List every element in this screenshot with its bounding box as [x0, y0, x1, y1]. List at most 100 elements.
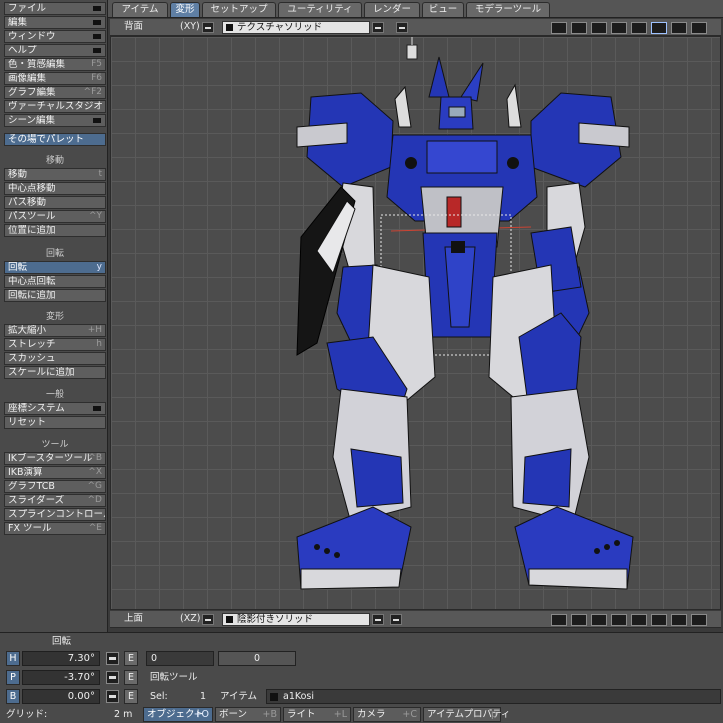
current-item-select[interactable]: a1Kosi [266, 689, 721, 704]
viewport-3d[interactable] [110, 36, 721, 610]
pitch-envelope-icon[interactable] [106, 671, 119, 684]
menu-surface-editor[interactable]: 色・質感編集 F5 [4, 58, 106, 71]
view-axes-label: (XY) [180, 21, 200, 32]
pitch-axis-label: P [6, 670, 20, 685]
grid-value: 2 m [114, 709, 133, 720]
mode-bones[interactable]: ボーン +B [215, 707, 281, 722]
tool-rotate-pivot[interactable]: 中心点回転 [4, 275, 106, 288]
tool-add-to-scale[interactable]: スケールに追加 [4, 366, 106, 379]
menu-file[interactable]: ファイル [4, 2, 106, 15]
light-icon [406, 37, 418, 60]
bank-e-button[interactable]: E [124, 689, 138, 704]
section-title-general: 一般 [45, 390, 64, 400]
viewport-bottom-bar: 上面 (XZ) 陰影付きソリッド [110, 611, 721, 628]
bank-value-field[interactable]: 0.00° [22, 689, 100, 704]
tool-path-move[interactable]: パス移動 [4, 196, 106, 209]
section-title-move: 移動 [45, 156, 64, 166]
shading-dropdown[interactable] [372, 22, 384, 33]
shading-mode-select[interactable]: 陰影付きソリッド [222, 613, 370, 626]
mode-objects[interactable]: オブジェクト +O [143, 707, 213, 722]
selection-count: 1 [200, 691, 207, 702]
tool-move-pivot[interactable]: 中心点移動 [4, 182, 106, 195]
menu-edit[interactable]: 編集 [4, 16, 106, 29]
tool-fx[interactable]: FX ツール ^E [4, 522, 106, 535]
view-type-dropdown[interactable] [202, 22, 214, 33]
tool-spline-control[interactable]: スプラインコントロール [4, 508, 106, 521]
viewport-layout-icon[interactable] [611, 614, 627, 626]
viewport-layout-icon[interactable] [611, 22, 627, 34]
viewport-layout-icon[interactable] [551, 22, 567, 34]
tool-rotate[interactable]: 回転 y [4, 261, 106, 274]
shading-mode-select[interactable]: テクスチャソリッド [222, 21, 370, 34]
viewport-options-dropdown[interactable] [390, 614, 402, 625]
dropdown-icon [93, 34, 101, 39]
bank-axis-label: B [6, 689, 20, 704]
viewport-layout-icon[interactable] [691, 22, 707, 34]
menu-help[interactable]: ヘルプ [4, 44, 106, 57]
menu-graph-editor[interactable]: グラフ編集 ^F2 [4, 86, 106, 99]
tool-sliders[interactable]: スライダーズ ^D [4, 494, 106, 507]
heading-e-button[interactable]: E [124, 651, 138, 666]
dropdown-icon [93, 20, 101, 25]
tool-stretch[interactable]: ストレッチ h [4, 338, 106, 351]
tool-panel: ファイル 編集 ウィンドウ ヘルプ 色・質感編集 F5 画像編集 F6 グラフ編集 ^… [0, 0, 108, 632]
menu-image-editor[interactable]: 画像編集 F6 [4, 72, 106, 85]
tab-view[interactable]: ビュー [422, 2, 464, 17]
viewport-layout-icon[interactable] [591, 22, 607, 34]
tool-ik-booster[interactable]: IKブースターツール ^B [4, 452, 106, 465]
tab-modify[interactable]: 変形 [170, 2, 200, 17]
viewport-layout-icon[interactable] [571, 614, 587, 626]
palette-button[interactable]: その場でパレット [4, 133, 106, 146]
tool-add-to-rotation[interactable]: 回転に追加 [4, 289, 106, 302]
tool-scale[interactable]: 拡大縮小 +H [4, 324, 106, 337]
viewport-top-bar: 背面 (XY) テクスチャソリッド [110, 19, 721, 36]
view-axes-label: (XZ) [180, 613, 201, 624]
tab-setup[interactable]: セットアップ [202, 2, 276, 17]
viewport-options-dropdown[interactable] [396, 22, 408, 33]
item-properties-button[interactable]: アイテムプロパティ p [423, 707, 510, 722]
heading-value-field[interactable]: 7.30° [22, 651, 100, 666]
tool-name-label: 回転ツール [150, 672, 198, 683]
heading-envelope-icon[interactable] [106, 652, 119, 665]
viewport-layout-icon[interactable] [631, 22, 647, 34]
tool-path-tool[interactable]: パスツール ^Y [4, 210, 106, 223]
pitch-value-field[interactable]: -3.70° [22, 670, 100, 685]
tool-move[interactable]: 移動 t [4, 168, 106, 181]
view-type-label[interactable]: 上面 [124, 613, 143, 625]
tool-add-to-position[interactable]: 位置に追加 [4, 224, 106, 237]
bank-envelope-icon[interactable] [106, 690, 119, 703]
tab-render[interactable]: レンダー [364, 2, 420, 17]
tool-squash[interactable]: スカッシュ [4, 352, 106, 365]
tab-item[interactable]: アイテム [112, 2, 168, 17]
tool-ikb-calc[interactable]: IKB演算 ^X [4, 466, 106, 479]
viewport-layout-icon[interactable] [671, 22, 687, 34]
tab-utilities[interactable]: ユーティリティ [278, 2, 362, 17]
tool-graph-tcb[interactable]: グラフTCB ^G [4, 480, 106, 493]
mode-lights[interactable]: ライト +L [283, 707, 351, 722]
selection-label: Sel: [150, 691, 168, 702]
menu-virtual-studio[interactable]: ヴァーチャルスタジオ [4, 100, 106, 113]
viewport-layout-icon[interactable] [671, 614, 687, 626]
viewport-layout-icon[interactable] [651, 22, 667, 34]
view-type-dropdown[interactable] [202, 614, 214, 625]
shading-dropdown[interactable] [372, 614, 384, 625]
pitch-e-button[interactable]: E [124, 670, 138, 685]
coord-system-dropdown[interactable]: 座標システム [4, 402, 106, 415]
viewport-layout-icon[interactable] [631, 614, 647, 626]
section-title-deform: 変形 [45, 312, 64, 322]
viewport-layout-icon[interactable] [691, 614, 707, 626]
menu-window[interactable]: ウィンドウ [4, 30, 106, 43]
viewport-layout-icon[interactable] [591, 614, 607, 626]
mode-cameras[interactable]: カメラ +C [353, 707, 421, 722]
menu-scene-editor[interactable]: シーン編集 [4, 114, 106, 127]
tab-modeler-tools[interactable]: モデラーツール [466, 2, 550, 17]
view-type-label[interactable]: 背面 [124, 21, 143, 33]
robot-model [296, 37, 634, 590]
frame-slider[interactable]: 0 [218, 651, 296, 666]
viewport-layout-icon[interactable] [651, 614, 667, 626]
frame-field[interactable]: 0 [146, 651, 214, 666]
tab-bar: アイテム 変形 セットアップ ユーティリティ レンダー ビュー モデラーツール [108, 0, 723, 18]
viewport-layout-icon[interactable] [551, 614, 567, 626]
viewport-layout-icon[interactable] [571, 22, 587, 34]
reset-button[interactable]: リセット [4, 416, 106, 429]
